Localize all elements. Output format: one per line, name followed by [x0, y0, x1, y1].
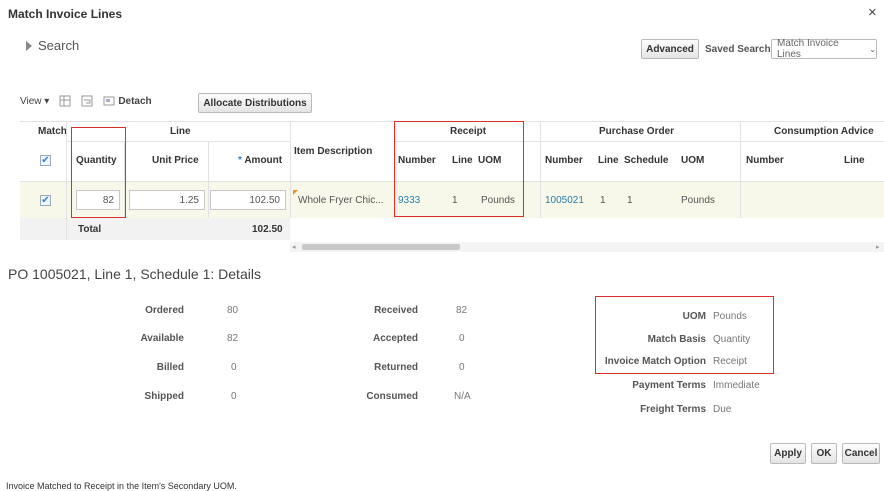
po-number-link[interactable]: 1005021 — [545, 195, 584, 206]
received-label: Received — [374, 305, 418, 316]
item-description-column-header[interactable]: Item Description — [294, 146, 372, 157]
saved-search-label: Saved Search — [705, 44, 771, 55]
total-row — [20, 218, 290, 240]
match-header: Match — [38, 126, 67, 137]
total-label: Total — [78, 224, 102, 235]
ca-line-column-header[interactable]: Line — [844, 155, 865, 166]
quantity-annotation-box — [71, 127, 126, 218]
freight-terms-value: Due — [713, 404, 732, 415]
shipped-label: Shipped — [144, 391, 184, 402]
invoice-match-option-label: Invoice Match Option — [604, 356, 706, 367]
amount-column-header[interactable]: * Amount — [238, 155, 282, 166]
billed-label: Billed — [156, 362, 184, 373]
saved-search-select[interactable]: Match Invoice Lines ⌄ — [771, 38, 877, 60]
po-number-column-header[interactable]: Number — [545, 155, 583, 166]
caret-down-icon: ▾ — [44, 95, 50, 107]
expand-triangle-icon — [26, 40, 32, 51]
search-label: Search — [38, 38, 80, 53]
total-amount: 102.50 — [252, 224, 283, 235]
col-divider — [740, 121, 741, 218]
po-line-column-header[interactable]: Line — [598, 155, 619, 166]
billed-value: 0 — [231, 362, 237, 373]
chevron-down-icon: ⌄ — [869, 44, 876, 54]
scroll-right-icon[interactable]: ▸ — [876, 243, 880, 251]
accepted-value: 0 — [459, 333, 465, 344]
amount-column-label: Amount — [244, 155, 283, 166]
details-title: PO 1005021, Line 1, Schedule 1: Details — [8, 266, 261, 282]
po-uom-column-header[interactable]: UOM — [681, 155, 704, 166]
purchase-order-group-header: Purchase Order — [599, 126, 675, 137]
col-divider — [66, 121, 67, 240]
cancel-button[interactable]: Cancel — [842, 443, 880, 464]
ordered-value: 80 — [227, 305, 239, 316]
scrollbar-thumb[interactable] — [302, 244, 460, 250]
po-schedule-cell: 1 — [627, 195, 633, 206]
line-group-header: Line — [170, 126, 191, 137]
item-description-cell: Whole Fryer Chic... — [298, 195, 384, 206]
ordered-label: Ordered — [145, 305, 184, 316]
advanced-button[interactable]: Advanced — [641, 39, 699, 59]
select-all-checkbox[interactable]: ✔ — [40, 155, 51, 166]
dialog-title: Match Invoice Lines — [8, 7, 123, 21]
returned-value: 0 — [459, 362, 465, 373]
col-divider — [540, 121, 541, 218]
scroll-left-icon[interactable]: ◂ — [292, 243, 296, 251]
uom-label: UOM — [682, 311, 706, 322]
search-disclosure[interactable]: Search — [26, 38, 79, 53]
match-basis-value: Quantity — [713, 334, 751, 345]
col-divider — [208, 141, 209, 218]
uom-value: Pounds — [713, 311, 747, 322]
detach-button[interactable]: Detach — [103, 95, 152, 107]
required-marker: * — [238, 155, 242, 166]
invoice-match-option-value: Receipt — [713, 356, 747, 367]
table-toolbar: View ▾ Detach — [20, 95, 152, 107]
apply-button[interactable]: Apply — [770, 443, 806, 464]
detach-label: Detach — [118, 95, 152, 107]
consumed-label: Consumed — [366, 391, 418, 402]
available-label: Available — [140, 333, 184, 344]
saved-search-value: Match Invoice Lines — [777, 38, 839, 60]
row-match-checkbox[interactable]: ✔ — [40, 195, 51, 206]
po-schedule-column-header[interactable]: Schedule — [624, 155, 668, 166]
amount-input[interactable]: 102.50 — [210, 190, 286, 210]
detach-icon — [103, 95, 115, 107]
consumed-value: N/A — [454, 391, 471, 402]
unit-price-column-header[interactable]: Unit Price — [152, 155, 199, 166]
available-value: 82 — [227, 333, 239, 344]
freight-terms-label: Freight Terms — [640, 404, 706, 415]
received-value: 82 — [456, 305, 468, 316]
payment-terms-value: Immediate — [713, 380, 760, 391]
ca-number-column-header[interactable]: Number — [746, 155, 784, 166]
match-basis-label: Match Basis — [647, 334, 706, 345]
po-uom-cell: Pounds — [681, 195, 715, 206]
view-menu[interactable]: View ▾ — [20, 96, 49, 107]
status-message: Invoice Matched to Receipt in the Item's… — [6, 481, 237, 491]
close-icon[interactable]: × — [868, 4, 877, 21]
accepted-label: Accepted — [372, 333, 418, 344]
allocate-distributions-button[interactable]: Allocate Distributions — [198, 93, 312, 113]
returned-label: Returned — [374, 362, 418, 373]
shipped-value: 0 — [231, 391, 237, 402]
ok-button[interactable]: OK — [811, 443, 837, 464]
wrap-icon[interactable] — [81, 95, 93, 107]
view-menu-label: View — [20, 95, 42, 107]
freeze-icon[interactable] — [59, 95, 71, 107]
unit-price-input[interactable]: 1.25 — [129, 190, 205, 210]
consumption-advice-group-header: Consumption Advice — [774, 126, 874, 137]
po-line-cell: 1 — [600, 195, 606, 206]
receipt-annotation-box — [394, 121, 524, 217]
payment-terms-label: Payment Terms — [632, 380, 706, 391]
col-divider — [290, 121, 291, 218]
